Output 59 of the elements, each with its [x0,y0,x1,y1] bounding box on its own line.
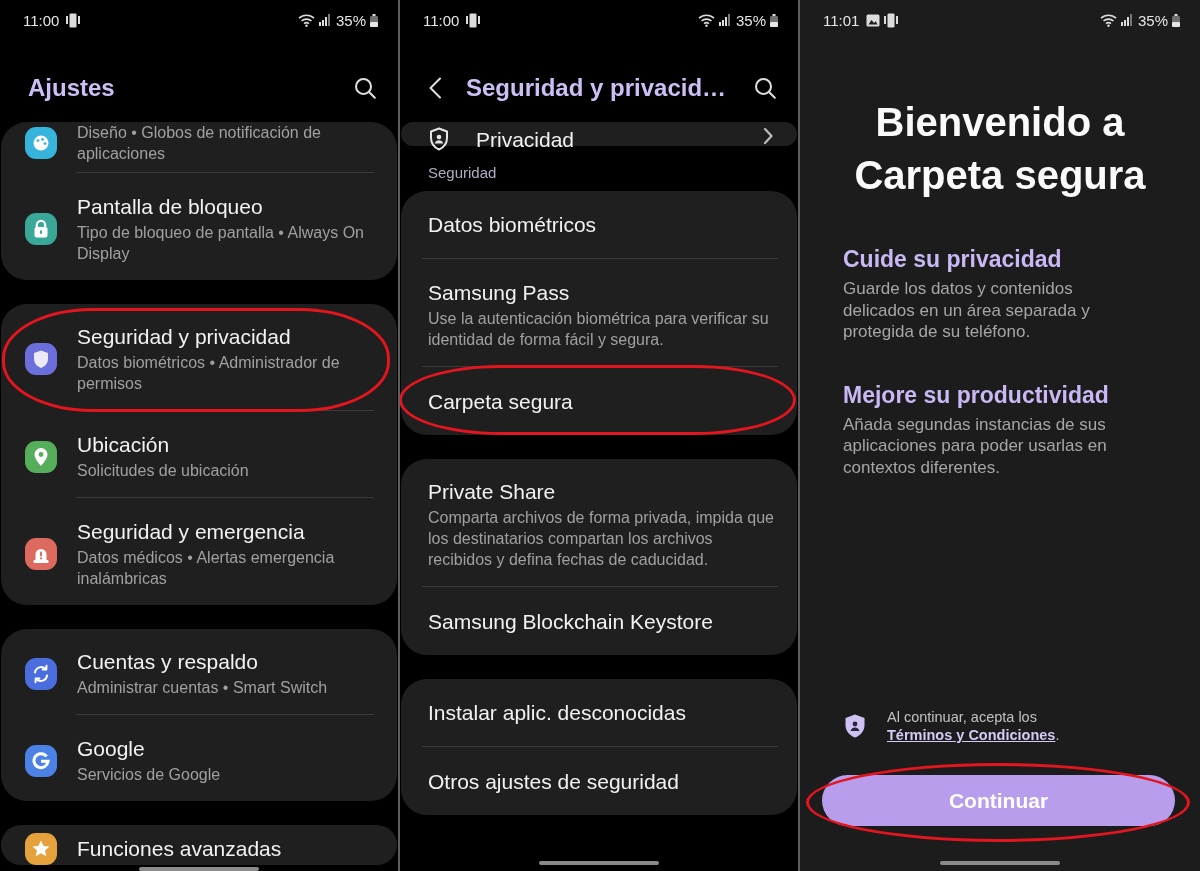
item-subtitle: Comparta archivos de forma privada, impida que los destinatarios compartan los archivos recibidos y defina fechas de caducidad. [428,508,775,570]
shield-person-icon [429,127,449,151]
item-title[interactable]: Privacidad [476,127,751,153]
terms-link[interactable]: Términos y Condiciones [887,727,1056,743]
wifi-icon [297,13,315,27]
section-heading: Mejore su productividad [843,380,1110,410]
phone-icon [466,12,481,28]
back-icon[interactable] [428,77,442,99]
signal-icon [318,14,330,26]
item-subtitle: Datos biométricos • Administrador de permisos [77,353,341,394]
wifi-icon [1099,13,1117,27]
item-title[interactable]: Samsung Pass [428,280,778,306]
item-title[interactable]: Otros ajustes de seguridad [428,769,778,795]
section-heading: Cuide su privacidad [843,245,1063,274]
status-time: 11:01 [823,11,860,29]
battery-icon [770,13,778,27]
phone-icon [884,12,899,28]
status-time: 11:00 [23,11,60,29]
welcome-title: Bienvenido a Carpeta segura [853,99,1147,199]
item-title[interactable]: Samsung Blockchain Keystore [428,609,778,635]
battery-icon [1172,13,1180,27]
battery-percent: 35% [1137,11,1168,29]
item-title[interactable]: Ubicación [77,432,375,458]
item-subtitle: Use la autenticación biométrica para verificar su identidad de forma fácil y segura. [428,309,770,350]
item-title[interactable]: Instalar aplic. desconocidas [428,700,778,726]
image-icon [866,12,881,28]
battery-icon [370,13,378,27]
page-title: Ajustes [28,73,115,103]
status-time: 11:00 [423,11,460,29]
item-subtitle: Tipo de bloqueo de pantalla • Always On Display [77,223,365,264]
item-title[interactable]: Carpeta segura [428,389,778,415]
section-label: Seguridad [427,164,498,182]
section-body: Añada segundas instancias de sus aplicaciones para poder usarlas en contextos diferentes. [843,413,1108,478]
item-title[interactable]: Pantalla de bloqueo [77,194,375,220]
item-subtitle: Solicitudes de ubicación [77,461,250,481]
item-subtitle: Datos médicos • Alertas emergencia inalámbricas [77,548,336,589]
item-title[interactable]: Google [77,736,375,762]
section-body: Guarde los datos y contenidos delicados en un área separada y protegida de su teléfono. [843,278,1091,343]
search-icon[interactable] [354,77,376,99]
signal-icon [718,14,730,26]
battery-percent: 35% [335,11,366,29]
item-subtitle: Servicios de Google [77,765,222,785]
phone-icon [66,12,81,28]
item-title[interactable]: Funciones avanzadas [77,836,375,862]
item-title[interactable]: Seguridad y privacidad [77,324,375,350]
battery-percent: 35% [735,11,766,29]
item-subtitle: Diseño • Globos de notificación de aplicaciones [77,123,322,164]
signal-icon [1120,14,1132,26]
terms-notice: Al continuar, acepta los Términos y Condiciones. [887,708,1061,744]
item-subtitle: Administrar cuentas • Smart Switch [77,678,329,698]
item-title[interactable]: Datos biométricos [428,212,778,238]
search-icon[interactable] [754,77,776,99]
item-title[interactable]: Cuentas y respaldo [77,649,375,675]
shield-person-icon [845,714,865,738]
chevron-right-icon [763,127,773,145]
item-title[interactable]: Private Share [428,479,778,505]
item-title[interactable]: Seguridad y emergencia [77,519,375,545]
page-title: Seguridad y privacid… [466,73,727,103]
wifi-icon [697,13,715,27]
